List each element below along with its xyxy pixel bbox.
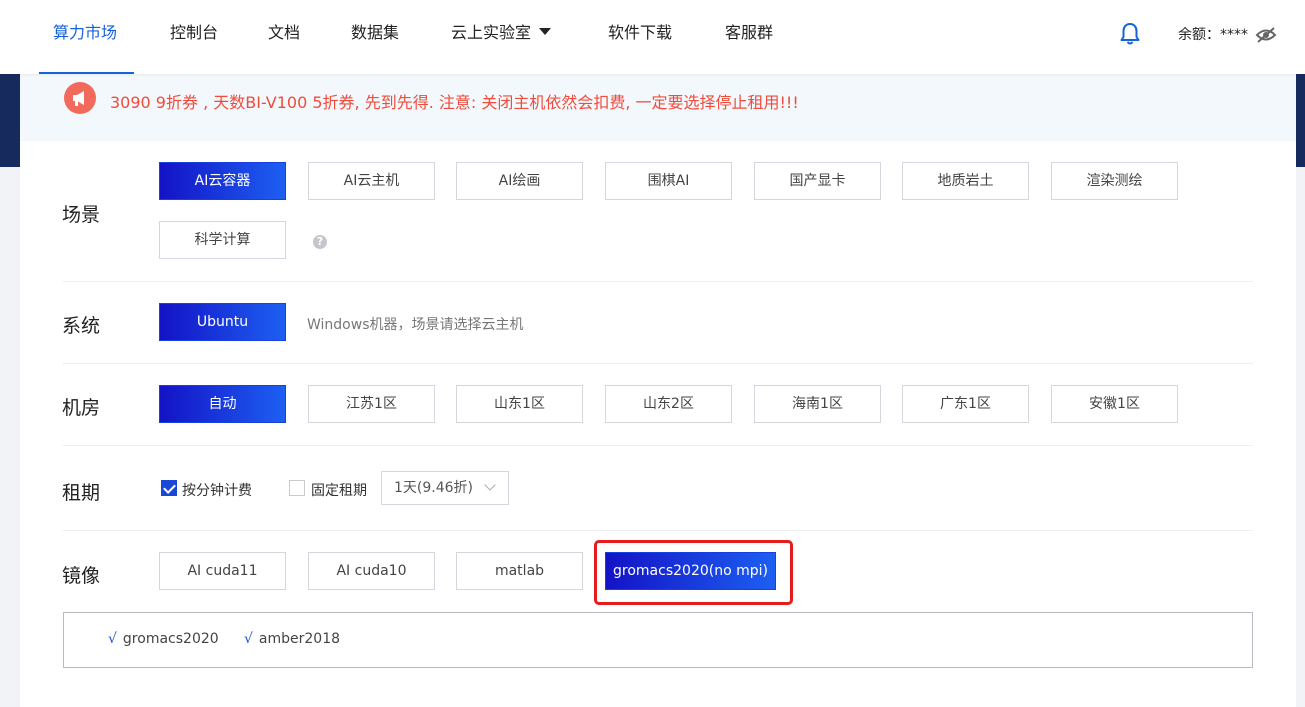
nav-item-console[interactable]: 控制台 <box>170 0 218 74</box>
image-packages-box: √ gromacs2020 √ amber2018 <box>63 612 1253 668</box>
active-tab-indicator <box>39 72 134 74</box>
image-label: 镜像 <box>62 565 101 587</box>
term-duration-value: 1天(9.46折) <box>394 480 474 496</box>
divider <box>63 281 1253 282</box>
background-strip-left <box>0 74 20 167</box>
megaphone-icon <box>64 82 96 114</box>
package-name: amber2018 <box>258 631 341 647</box>
scene-option-rendering[interactable]: 渲染测绘 <box>1051 162 1178 200</box>
per-minute-label: 按分钟计费 <box>182 483 252 499</box>
image-option-matlab[interactable]: matlab <box>456 552 583 590</box>
room-option-anhui-1[interactable]: 安徽1区 <box>1051 385 1178 423</box>
selection-highlight <box>594 540 793 605</box>
chevron-down-icon <box>539 28 552 35</box>
checkmark-icon: √ <box>108 631 117 647</box>
nav-item-cloud-lab[interactable]: 云上实验室 <box>451 0 552 74</box>
system-option-ubuntu[interactable]: Ubuntu <box>159 303 286 341</box>
scene-option-ai-drawing[interactable]: AI绘画 <box>456 162 583 200</box>
system-hint: Windows机器，场景请选择云主机 <box>307 317 524 333</box>
background-strip-right <box>1296 74 1305 167</box>
divider <box>63 530 1253 531</box>
room-option-shandong-1[interactable]: 山东1区 <box>456 385 583 423</box>
room-option-shandong-2[interactable]: 山东2区 <box>605 385 732 423</box>
config-card: 3090 9折券 , 天数BI-V100 5折券, 先到先得. 注意: 关闭主机… <box>20 74 1296 707</box>
nav-item-docs[interactable]: 文档 <box>268 0 300 74</box>
fixed-term-checkbox[interactable] <box>289 480 305 496</box>
term-label: 租期 <box>62 482 101 504</box>
nav-item-support-group[interactable]: 客服群 <box>725 0 773 74</box>
nav-item-software-download[interactable]: 软件下载 <box>608 0 672 74</box>
image-option-ai-cuda11[interactable]: AI cuda11 <box>159 552 286 590</box>
room-option-guangdong-1[interactable]: 广东1区 <box>902 385 1029 423</box>
image-option-ai-cuda10[interactable]: AI cuda10 <box>308 552 435 590</box>
scene-option-domestic-gpu[interactable]: 国产显卡 <box>754 162 881 200</box>
scene-option-ai-container[interactable]: AI云容器 <box>159 162 286 200</box>
nav-item-compute-market[interactable]: 算力市场 <box>53 0 117 74</box>
notice-text: 3090 9折券 , 天数BI-V100 5折券, 先到先得. 注意: 关闭主机… <box>110 93 799 112</box>
divider <box>63 363 1253 364</box>
package-item: √ gromacs2020 <box>108 631 219 647</box>
room-option-hainan-1[interactable]: 海南1区 <box>754 385 881 423</box>
nav-item-datasets[interactable]: 数据集 <box>351 0 399 74</box>
divider <box>63 445 1253 446</box>
term-duration-select[interactable]: 1天(9.46折) <box>381 471 509 505</box>
package-name: gromacs2020 <box>122 631 219 647</box>
scene-option-ai-host[interactable]: AI云主机 <box>308 162 435 200</box>
fixed-term-label: 固定租期 <box>311 483 367 499</box>
scene-option-scientific-computing[interactable]: 科学计算 <box>159 221 286 259</box>
top-nav: 算力市场 控制台 文档 数据集 云上实验室 软件下载 客服群 余额：**** <box>0 0 1305 74</box>
scene-option-go-ai[interactable]: 围棋AI <box>605 162 732 200</box>
balance-text: 余额：**** <box>1178 27 1248 43</box>
eye-off-icon[interactable] <box>1255 26 1277 44</box>
chevron-down-icon <box>484 479 496 491</box>
package-item: √ amber2018 <box>244 631 340 647</box>
scene-option-geotechnical[interactable]: 地质岩土 <box>902 162 1029 200</box>
room-label: 机房 <box>62 397 101 419</box>
system-label: 系统 <box>62 315 101 337</box>
notice-bar: 3090 9折券 , 天数BI-V100 5折券, 先到先得. 注意: 关闭主机… <box>20 74 1296 141</box>
bell-icon[interactable] <box>1119 22 1141 46</box>
checkmark-icon: √ <box>244 631 253 647</box>
room-option-auto[interactable]: 自动 <box>159 385 286 423</box>
nav-item-cloud-lab-label: 云上实验室 <box>451 23 532 42</box>
room-option-jiangsu-1[interactable]: 江苏1区 <box>308 385 435 423</box>
help-icon[interactable]: ? <box>313 235 327 249</box>
scene-label: 场景 <box>62 204 101 226</box>
per-minute-checkbox[interactable] <box>161 480 177 496</box>
